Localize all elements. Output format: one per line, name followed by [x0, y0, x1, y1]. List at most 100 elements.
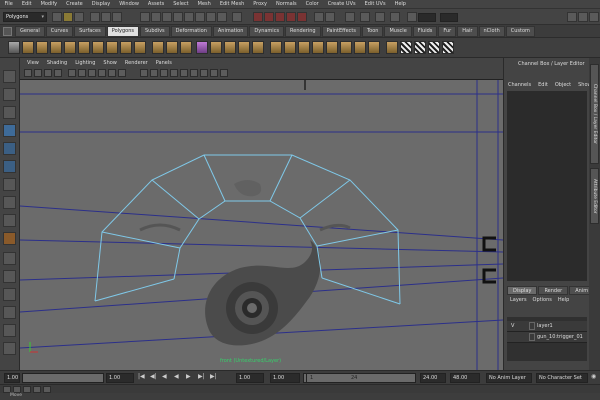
construction-history-icon[interactable] [314, 12, 324, 22]
menu-create-uvs[interactable]: Create UVs [323, 1, 360, 7]
snap-view-plane-icon[interactable] [286, 12, 296, 22]
select-rendering-icon[interactable] [206, 12, 216, 22]
extract-icon[interactable] [180, 41, 192, 54]
smooth-shade-icon[interactable] [150, 69, 158, 77]
show-channel-box-icon[interactable] [567, 12, 577, 22]
go-to-end-icon[interactable]: ▶| [210, 373, 217, 380]
textured-icon[interactable] [170, 69, 178, 77]
checker-uv-editor-icon[interactable] [442, 41, 454, 54]
select-surfaces-icon[interactable] [173, 12, 183, 22]
gate-mask-icon[interactable] [98, 69, 106, 77]
scale-tool-icon[interactable] [3, 160, 16, 173]
end-time-field[interactable]: 48.00 [450, 373, 480, 383]
split-polygon-icon[interactable] [326, 41, 338, 54]
layout-hypershade-icon[interactable] [3, 324, 16, 337]
select-dynamics-icon[interactable] [195, 12, 205, 22]
channel-box-area[interactable] [507, 91, 587, 281]
poly-prism-icon[interactable] [92, 41, 104, 54]
panel-menu-lighting[interactable]: Lighting [71, 60, 99, 66]
poly-torus-icon[interactable] [78, 41, 90, 54]
insert-edge-loop-icon[interactable] [340, 41, 352, 54]
start-time-field[interactable]: 1.00 [4, 373, 20, 383]
lock-selection-icon[interactable] [232, 12, 242, 22]
xray-icon[interactable] [200, 69, 208, 77]
image-plane-icon[interactable] [54, 69, 62, 77]
show-manipulator-icon[interactable] [3, 214, 16, 227]
separate-icon[interactable] [166, 41, 178, 54]
poly-cone-icon[interactable] [50, 41, 62, 54]
layer-type-toggle[interactable] [529, 322, 535, 330]
layout-four-view-icon[interactable] [3, 270, 16, 283]
rotate-tool-icon[interactable] [3, 142, 16, 155]
show-tool-settings-icon[interactable] [589, 12, 599, 22]
select-tool-icon[interactable] [3, 70, 16, 83]
panel-menu-view[interactable]: View [23, 60, 43, 66]
show-attribute-editor-icon[interactable] [578, 12, 588, 22]
poly-pyramid-icon[interactable] [106, 41, 118, 54]
mirror-icon[interactable] [210, 41, 222, 54]
bridge-icon[interactable] [284, 41, 296, 54]
shelf-tab-curves[interactable]: Curves [45, 26, 74, 37]
field-chart-icon[interactable] [108, 69, 116, 77]
shadows-icon[interactable] [190, 69, 198, 77]
layout-single-perspective-icon[interactable] [3, 252, 16, 265]
panel-menu-panels[interactable]: Panels [152, 60, 176, 66]
poly-pipe-icon[interactable] [120, 41, 132, 54]
shelf-tab-painteffects[interactable]: PaintEffects [321, 26, 361, 37]
step-forward-frame-icon[interactable]: ▶| [198, 373, 205, 380]
bevel-icon[interactable] [354, 41, 366, 54]
wireframe-on-shaded-icon[interactable] [160, 69, 168, 77]
menu-proxy[interactable]: Proxy [249, 1, 272, 7]
shelf-tab-custom[interactable]: Custom [505, 26, 535, 37]
shelf-tab-dynamics[interactable]: Dynamics [249, 26, 285, 37]
checker-map-icon[interactable] [414, 41, 426, 54]
smooth-icon[interactable] [196, 41, 208, 54]
snap-curve-icon[interactable] [264, 12, 274, 22]
layout-persp-outliner-icon[interactable] [3, 288, 16, 301]
layer-row[interactable]: Vlayer1 [507, 321, 587, 332]
select-curves-icon[interactable] [162, 12, 172, 22]
layer-row[interactable]: gun_10:trigger_01 [507, 332, 587, 343]
shelf-tab-deformation[interactable]: Deformation [170, 26, 212, 37]
menu-display[interactable]: Display [87, 1, 114, 7]
select-component-icon[interactable] [112, 12, 122, 22]
safe-action-icon[interactable] [118, 69, 126, 77]
paint-select-tool-icon[interactable] [3, 106, 16, 119]
camera-attributes-icon[interactable] [24, 69, 32, 77]
shelf-tab-hair[interactable]: Hair [457, 26, 478, 37]
current-time-field[interactable]: 1.00 [106, 373, 134, 383]
range-inner-start-field[interactable]: 1.00 [270, 373, 300, 383]
time-slider-track[interactable] [22, 373, 104, 383]
menu-mesh[interactable]: Mesh [193, 1, 215, 7]
channel-box-menu-edit[interactable]: Edit [538, 82, 548, 88]
select-object-icon[interactable] [101, 12, 111, 22]
menu-assets[interactable]: Assets [143, 1, 168, 7]
layer-tab-display[interactable]: Display [507, 286, 538, 295]
menu-file[interactable]: File [0, 1, 17, 7]
range-start-field[interactable]: 1.00 [236, 373, 264, 383]
range-slider-bar[interactable]: 1 24 [303, 373, 416, 383]
viewport-canvas[interactable]: front (Untextured/Layer) [20, 80, 503, 370]
menu-set-selector[interactable]: Polygons ▾ [3, 12, 47, 22]
select-deformations-icon[interactable] [184, 12, 194, 22]
lasso-tool-icon[interactable] [3, 88, 16, 101]
numeric-input-field-2[interactable] [440, 13, 458, 22]
boolean-union-icon[interactable] [224, 41, 236, 54]
poly-plane-icon[interactable] [64, 41, 76, 54]
last-tool-icon[interactable] [3, 232, 16, 245]
select-hierarchy-icon[interactable] [90, 12, 100, 22]
isolate-select-icon[interactable] [210, 69, 218, 77]
shelf-menu-icon[interactable] [3, 27, 12, 36]
layout-outliner-icon[interactable] [3, 342, 16, 355]
universal-manipulator-icon[interactable] [3, 178, 16, 191]
shelf-tab-animation[interactable]: Animation [212, 26, 249, 37]
render-frame-icon[interactable] [325, 12, 335, 22]
play-forwards-icon[interactable]: ▶ [186, 373, 191, 380]
extrude-icon[interactable] [270, 41, 282, 54]
bookmarks-icon[interactable] [44, 69, 52, 77]
menu-edit-mesh[interactable]: Edit Mesh [215, 1, 248, 7]
preferences-icon[interactable]: ◉ [591, 373, 596, 380]
channel-box-menu-channels[interactable]: Channels [508, 82, 531, 88]
append-polygon-icon[interactable] [298, 41, 310, 54]
menu-select[interactable]: Select [169, 1, 193, 7]
